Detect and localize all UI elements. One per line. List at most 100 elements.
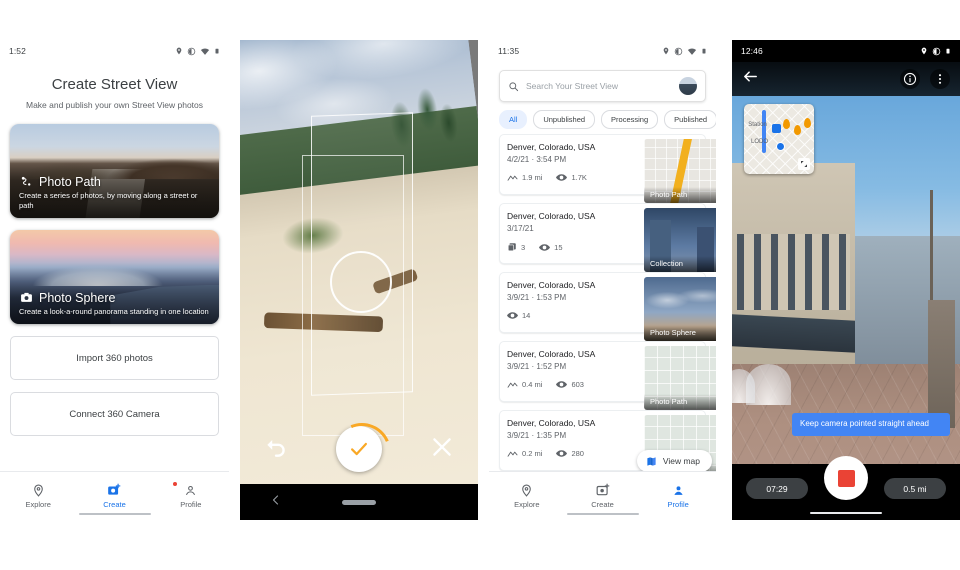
list-item[interactable]: Denver, Colorado, USA 3/9/21 · 1:53 PM 1…	[499, 272, 716, 341]
back-icon	[272, 495, 279, 505]
mini-map[interactable]: Station LODO	[744, 104, 814, 174]
create-options-list: Photo Path Create a series of photos, by…	[0, 124, 229, 324]
recording-top-bar	[732, 62, 960, 96]
panel-profile-captures: 11:35 Search Your Street View All Unpubl…	[489, 40, 716, 520]
card-head: Photo Sphere	[19, 291, 210, 305]
info-button[interactable]	[900, 69, 920, 89]
vibrate-icon	[674, 47, 683, 55]
back-arrow-icon	[744, 71, 757, 82]
nav-item-create[interactable]: Create	[76, 483, 152, 509]
import-360-photos-button[interactable]: Import 360 photos	[10, 336, 219, 380]
stop-recording-button[interactable]	[824, 456, 868, 500]
list-item[interactable]: Denver, Colorado, USA 3/17/21 3 15 Colle…	[499, 203, 716, 272]
route-icon	[507, 175, 518, 181]
eye-icon	[539, 243, 551, 251]
undo-button[interactable]	[263, 434, 289, 465]
chip-all[interactable]: All	[499, 110, 528, 129]
stat-views: 280	[556, 449, 584, 458]
capture-target-ring	[330, 251, 392, 313]
view-map-button[interactable]: View map	[636, 450, 712, 472]
more-options-button[interactable]	[930, 69, 950, 89]
status-bar: 12:46	[732, 40, 960, 62]
info-icon	[903, 72, 917, 86]
stat-distance: 0.4 mi	[507, 380, 542, 389]
photo-path-icon	[19, 175, 33, 189]
map-pin	[794, 125, 802, 135]
chip-unpublished[interactable]: Unpublished	[533, 110, 596, 129]
thumbnail-label: Collection	[644, 256, 716, 272]
status-bar: 11:35	[489, 40, 716, 62]
person-icon	[671, 483, 685, 497]
nav-item-explore[interactable]: Explore	[0, 483, 76, 509]
guidance-tooltip: Keep camera pointed straight ahead	[792, 413, 950, 436]
connect-360-camera-button[interactable]: Connect 360 Camera	[10, 392, 219, 436]
route-line	[762, 109, 767, 153]
list-item-thumbnail[interactable]: Photo Path	[644, 346, 716, 410]
check-icon	[351, 442, 367, 456]
back-button[interactable]	[270, 493, 282, 511]
card-body: Photo Sphere Create a look-a-round panor…	[19, 291, 210, 317]
card-title: Photo Sphere	[39, 290, 116, 305]
close-icon	[432, 437, 451, 456]
eye-icon	[556, 381, 568, 388]
list-item[interactable]: Denver, Colorado, USA 4/2/21 · 3:54 PM 1…	[499, 134, 716, 203]
current-location-dot	[776, 141, 786, 151]
expand-icon[interactable]	[798, 158, 810, 170]
back-arrow-button[interactable]	[742, 68, 759, 90]
close-capture-button[interactable]	[429, 434, 455, 465]
card-body: Photo Path Create a series of photos, by…	[19, 175, 210, 211]
avatar[interactable]	[679, 77, 697, 95]
map-label-lodo: LODO	[751, 139, 769, 145]
more-vert-icon	[938, 74, 942, 84]
thumbnail-label: Photo Path	[644, 187, 716, 203]
confirm-capture-button[interactable]	[335, 426, 382, 472]
stop-square-icon	[837, 469, 855, 487]
nav-item-explore[interactable]: Explore	[489, 483, 565, 509]
nav-label: Profile	[180, 500, 202, 509]
transit-marker	[772, 123, 781, 133]
location-icon	[176, 47, 182, 55]
map-pin	[783, 119, 791, 130]
nav-label: Create	[103, 500, 126, 509]
panel-recording: 12:46 Station LODO Keep camera pointed s…	[732, 40, 960, 520]
stack-icon	[507, 243, 516, 252]
stat-value: 15	[554, 242, 563, 252]
eye-icon	[556, 174, 568, 181]
list-item-thumbnail[interactable]: Photo Path	[644, 139, 716, 203]
nav-label: Explore	[514, 500, 540, 509]
stat-value: 1.7K	[571, 173, 587, 182]
home-pill-icon[interactable]	[342, 499, 376, 505]
stat-value: 14	[522, 311, 531, 320]
chip-published[interactable]: Published	[664, 110, 716, 129]
stat-value: 280	[571, 449, 584, 458]
list-item-thumbnail[interactable]: Photo Sphere	[644, 277, 716, 341]
search-bar[interactable]: Search Your Street View	[499, 70, 706, 102]
card-photo-sphere[interactable]: Photo Sphere Create a look-a-round panor…	[10, 230, 219, 324]
android-navigation-bar	[240, 484, 478, 520]
nav-label: Create	[591, 500, 614, 509]
status-icons	[920, 46, 951, 56]
search-input-placeholder[interactable]: Search Your Street View	[526, 81, 672, 91]
page-title: Create Street View	[51, 76, 178, 93]
list-item[interactable]: Denver, Colorado, USA 3/9/21 · 1:52 PM 0…	[499, 341, 716, 410]
search-icon	[509, 81, 519, 91]
route-icon	[507, 382, 518, 388]
card-title: Photo Path	[39, 174, 101, 189]
location-icon	[663, 47, 669, 55]
status-time: 1:52	[9, 46, 26, 56]
stat-photo-count: 3	[507, 242, 525, 252]
nav-item-profile[interactable]: Profile	[640, 483, 716, 509]
recording-controls-bar: 07:29 0.5 mi	[732, 456, 960, 520]
list-item-thumbnail[interactable]: Collection	[644, 208, 716, 272]
card-photo-path[interactable]: Photo Path Create a series of photos, by…	[10, 124, 219, 218]
chip-processing[interactable]: Processing	[601, 110, 659, 129]
stat-views: 1.7K	[556, 173, 587, 182]
capture-controls	[240, 414, 478, 484]
nav-item-profile[interactable]: Profile	[153, 482, 229, 509]
elapsed-time-pill: 07:29	[746, 478, 808, 499]
pin-icon	[31, 483, 45, 497]
nav-item-create[interactable]: Create	[565, 483, 641, 509]
status-time: 11:35	[498, 46, 520, 56]
map-label-station: Station	[748, 122, 767, 129]
plaza-kiosk	[928, 300, 956, 429]
